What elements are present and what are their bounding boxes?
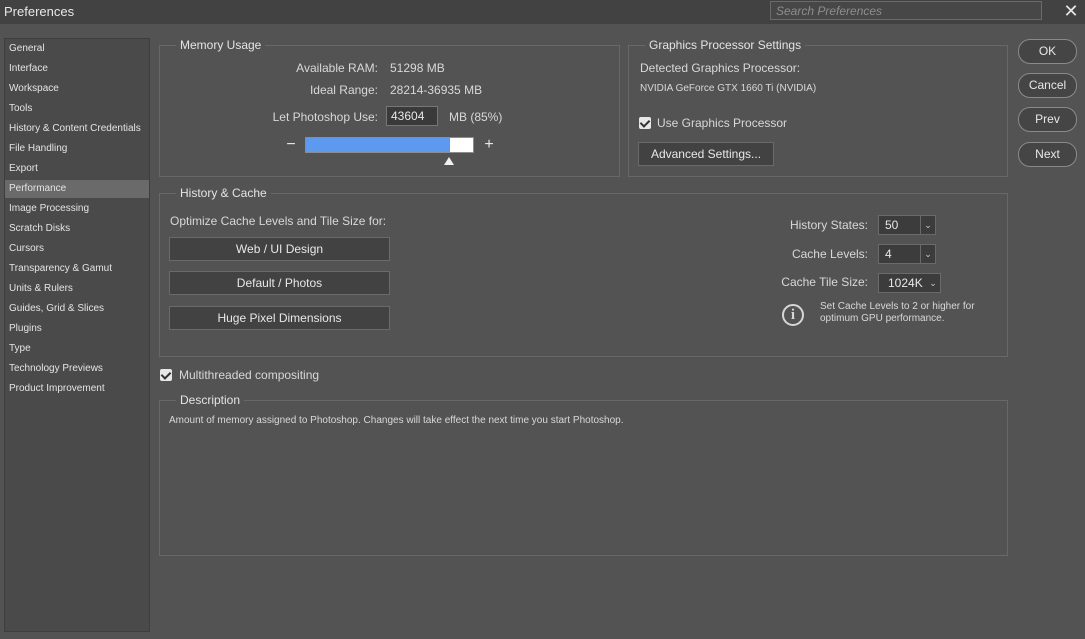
cache-tile-size-select[interactable]: 1024K ⌄ [878,273,941,293]
sidebar-item-cursors[interactable]: Cursors [5,240,149,258]
photoshop-use-input[interactable] [386,106,438,126]
ideal-range-value: 28214-36935 MB [390,83,483,97]
sidebar-item-history-content-credentials[interactable]: History & Content Credentials [5,120,149,138]
cancel-button[interactable]: Cancel [1018,73,1077,98]
available-ram-value: 51298 MB [390,61,445,75]
cache-tile-size-value: 1024K [888,276,923,290]
web-ui-design-button[interactable]: Web / UI Design [169,237,390,261]
sidebar-item-type[interactable]: Type [5,340,149,358]
window-title: Preferences [4,4,75,19]
history-cache-legend: History & Cache [180,186,267,200]
cache-levels-select[interactable]: 4 ⌄ [878,244,936,264]
search-preferences-input[interactable] [770,1,1042,20]
advanced-settings-button[interactable]: Advanced Settings... [638,142,774,166]
sidebar-item-guides-grid-slices[interactable]: Guides, Grid & Slices [5,300,149,318]
sidebar-item-plugins[interactable]: Plugins [5,320,149,338]
multithreaded-compositing-checkbox[interactable] [160,369,172,381]
memory-slider-thumb[interactable] [444,157,454,165]
preferences-sidebar: General Interface Workspace Tools History & … [4,38,150,632]
memory-usage-legend: Memory Usage [180,38,262,52]
sidebar-item-workspace[interactable]: Workspace [5,80,149,98]
chevron-down-icon: ⌄ [929,278,937,288]
memory-slider-fill [306,138,450,152]
sidebar-item-tools[interactable]: Tools [5,100,149,118]
ideal-range-label: Ideal Range: [309,83,378,97]
chevron-down-icon: ⌄ [920,245,935,263]
multithreaded-compositing-label: Multithreaded compositing [179,368,320,382]
memory-slider[interactable] [305,137,474,153]
info-icon: i [782,304,804,326]
available-ram-label: Available RAM: [296,61,378,75]
sidebar-item-export[interactable]: Export [5,160,149,178]
sidebar-item-image-processing[interactable]: Image Processing [5,200,149,218]
sidebar-item-interface[interactable]: Interface [5,60,149,78]
description-legend: Description [180,393,241,407]
sidebar-item-scratch-disks[interactable]: Scratch Disks [5,220,149,238]
increase-memory-icon[interactable]: + [482,137,496,153]
optimize-cache-label: Optimize Cache Levels and Tile Size for: [170,214,387,228]
gpu-hint-line1: Set Cache Levels to 2 or higher for [820,301,975,312]
sidebar-item-transparency-gamut[interactable]: Transparency & Gamut [5,260,149,278]
sidebar-item-units-rulers[interactable]: Units & Rulers [5,280,149,298]
sidebar-item-file-handling[interactable]: File Handling [5,140,149,158]
gpu-hint-line2: optimum GPU performance. [820,313,945,324]
use-gpu-label: Use Graphics Processor [657,116,788,130]
history-states-value: 50 [885,218,899,232]
use-gpu-checkbox[interactable] [639,117,651,129]
huge-pixel-dimensions-button[interactable]: Huge Pixel Dimensions [169,306,390,330]
cache-tile-size-label: Cache Tile Size: [781,275,868,289]
sidebar-item-performance[interactable]: Performance [5,180,149,198]
close-icon[interactable]: ✕ [1061,1,1081,21]
description-text: Amount of memory assigned to Photoshop. … [169,415,624,426]
detected-gpu-label: Detected Graphics Processor: [640,61,801,75]
detected-gpu-value: NVIDIA GeForce GTX 1660 Ti (NVIDIA) [640,83,817,94]
photoshop-use-suffix: MB (85%) [449,110,503,124]
history-states-select[interactable]: 50 ⌄ [878,215,936,235]
photoshop-use-label: Let Photoshop Use: [272,110,378,124]
history-states-label: History States: [789,218,868,232]
prev-button[interactable]: Prev [1018,107,1077,132]
graphics-processor-legend: Graphics Processor Settings [649,38,802,52]
decrease-memory-icon[interactable]: − [284,137,298,153]
next-button[interactable]: Next [1018,142,1077,167]
cache-levels-value: 4 [885,247,892,261]
sidebar-item-technology-previews[interactable]: Technology Previews [5,360,149,378]
default-photos-button[interactable]: Default / Photos [169,271,390,295]
chevron-down-icon: ⌄ [920,216,935,234]
sidebar-item-product-improvement[interactable]: Product Improvement [5,380,149,398]
ok-button[interactable]: OK [1018,39,1077,64]
cache-levels-label: Cache Levels: [791,247,868,261]
sidebar-item-general[interactable]: General [5,40,149,58]
title-bar: Preferences ✕ [0,0,1085,24]
